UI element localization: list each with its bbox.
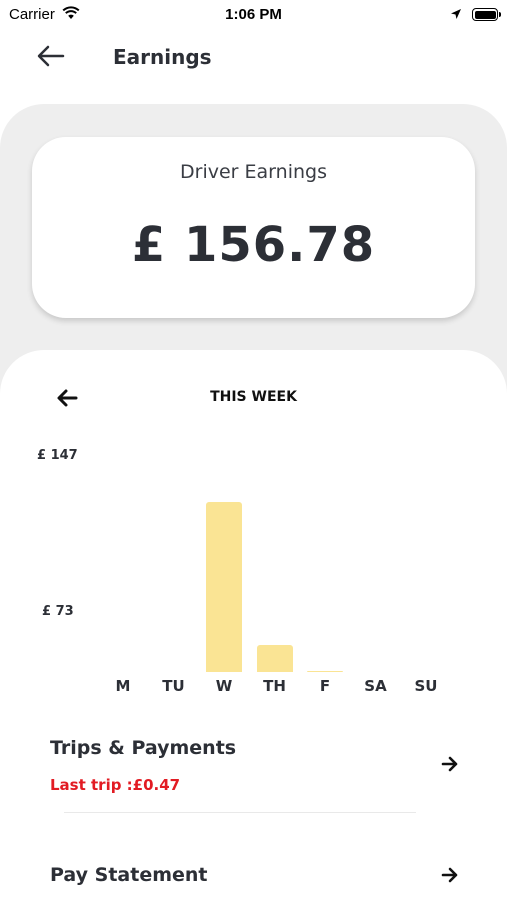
chart-bar-th (256, 645, 293, 672)
week-title: THIS WEEK (210, 389, 297, 405)
battery-icon (472, 8, 501, 21)
pay-statement-title: Pay Statement (50, 864, 208, 886)
status-bar: Carrier 1:06 PM (0, 0, 507, 30)
trips-payments-item[interactable]: Trips & Payments Last trip :£0.47 (0, 730, 507, 810)
x-tick-label: SA (364, 677, 387, 695)
app-header: Earnings (0, 30, 507, 86)
location-arrow-icon (450, 7, 462, 24)
pay-statement-item[interactable]: Pay Statement (0, 855, 507, 900)
chart-bar-f (307, 670, 343, 672)
x-tick-label: SU (414, 677, 438, 695)
x-tick-label: W (215, 677, 233, 695)
x-tick-label: TH (263, 677, 286, 695)
chart-bar-w (206, 502, 242, 672)
arrow-left-icon (37, 45, 65, 67)
status-time: 1:06 PM (225, 6, 282, 23)
y-tick-label: £ 73 (42, 604, 74, 619)
arrow-right-icon (440, 754, 460, 774)
x-tick-label: M (115, 677, 131, 695)
x-tick-label: F (319, 677, 331, 695)
last-trip-text: Last trip :£0.47 (50, 776, 181, 794)
menu-divider (64, 812, 416, 813)
earnings-label: Driver Earnings (180, 161, 327, 183)
page-title: Earnings (113, 45, 212, 69)
weekly-panel (0, 350, 507, 900)
y-tick-label: £ 147 (37, 448, 78, 463)
back-button[interactable] (30, 40, 70, 72)
x-tick-label: TU (162, 677, 185, 695)
earnings-amount: £ 156.78 (131, 217, 376, 273)
earnings-card: Driver Earnings £ 156.78 (32, 137, 475, 318)
trips-payments-title: Trips & Payments (50, 737, 237, 759)
arrow-right-icon (440, 865, 460, 885)
